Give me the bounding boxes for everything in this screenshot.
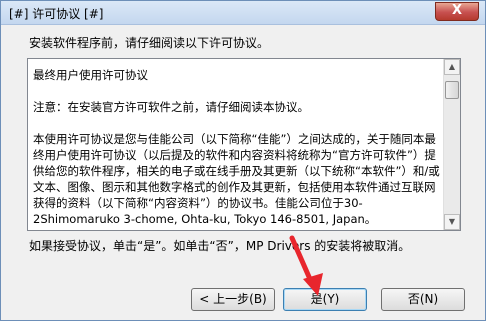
scroll-thumb[interactable]	[445, 81, 459, 99]
close-button[interactable]: X	[435, 2, 479, 21]
scroll-up-icon[interactable]: ▲	[444, 59, 460, 75]
no-button[interactable]: 否(N)	[381, 288, 465, 311]
vertical-scrollbar[interactable]: ▲ ▼	[443, 59, 460, 230]
title-bar[interactable]: [#] 许可协议 [#] X	[1, 1, 485, 25]
license-dialog: [#] 许可协议 [#] X 安装软件程序前，请仔细阅读以下许可协议。 最终用户…	[0, 0, 486, 321]
license-textbox[interactable]: 最终用户使用许可协议 注意：在安装官方许可软件之前，请仔细阅读本协议。 本使用许…	[27, 58, 461, 231]
back-button[interactable]: < 上一步(B)	[191, 288, 275, 311]
window-title: [#] 许可协议 [#]	[9, 7, 104, 21]
license-notice: 注意：在安装官方许可软件之前，请仔细阅读本协议。	[33, 100, 309, 114]
scroll-down-icon[interactable]: ▼	[444, 214, 460, 230]
license-heading: 最终用户使用许可协议	[33, 68, 148, 82]
yes-button[interactable]: 是(Y)	[283, 288, 367, 311]
close-icon: X	[451, 3, 463, 18]
accept-instruction: 如果接受协议，单击“是”。如单击“否”，MP Drivers 的安装将被取消。	[29, 239, 411, 253]
license-content: 最终用户使用许可协议 注意：在安装官方许可软件之前，请仔细阅读本协议。 本使用许…	[33, 67, 441, 227]
license-body: 本使用许可协议是您与佳能公司（以下简称“佳能”）之间达成的，关于随同本最终用户使…	[33, 132, 440, 226]
instruction-text: 安装软件程序前，请仔细阅读以下许可协议。	[29, 36, 270, 50]
